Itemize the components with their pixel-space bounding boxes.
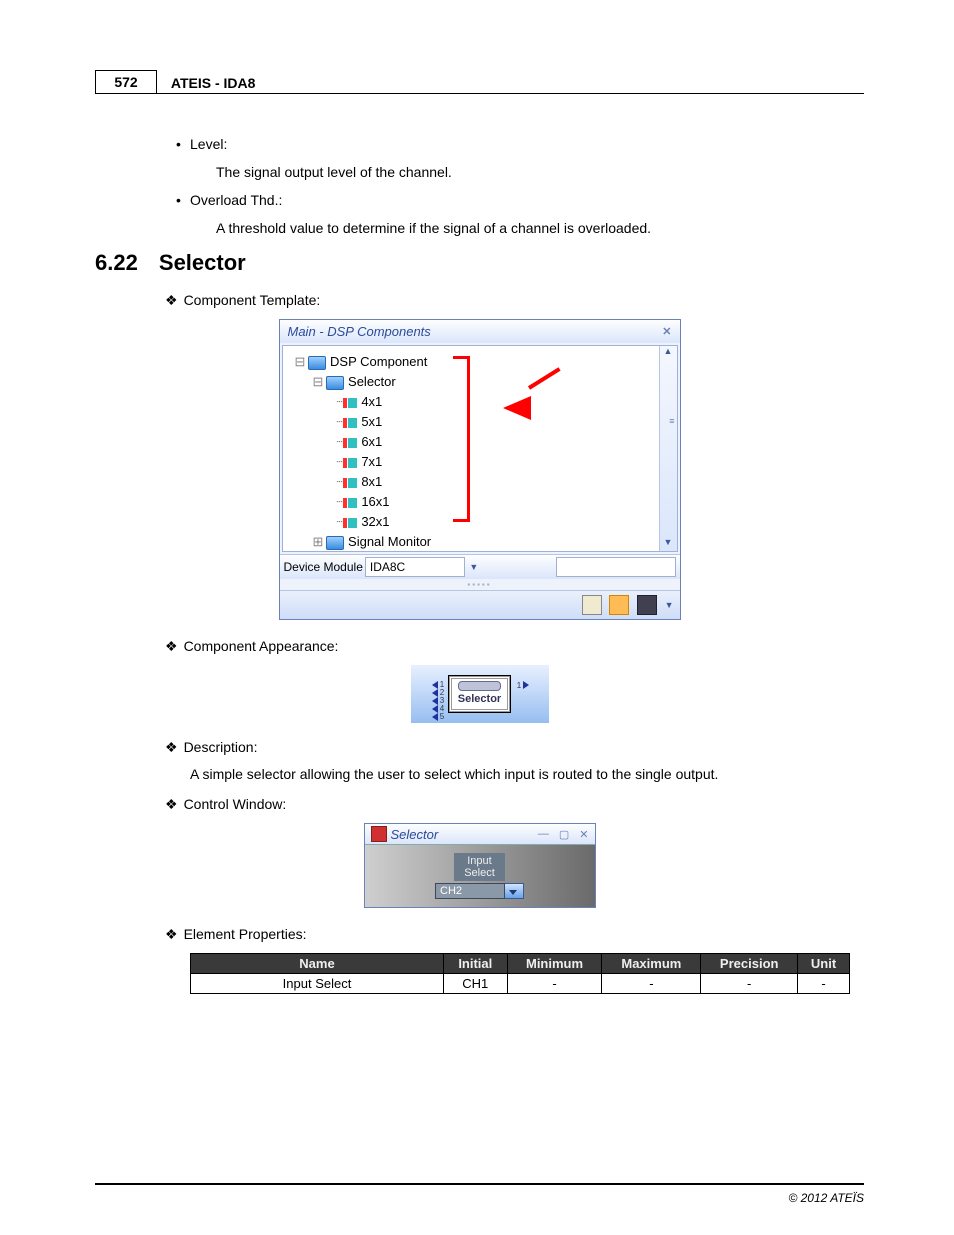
diamond-icon: ❖ [165,292,178,309]
sub-control-label: Control Window: [184,796,287,812]
bullet-body: A threshold value to determine if the si… [216,220,864,236]
component-icon [343,498,357,508]
diamond-icon: ❖ [165,739,178,756]
cell-unit: - [798,974,850,994]
tree-item[interactable]: 7x1 [361,454,382,469]
output-port [523,681,529,689]
control-sub-label: Input Select [454,853,505,881]
col-name: Name [191,954,444,974]
sub-template-label: Component Template: [184,292,321,308]
table-row: Input Select CH1 - - - - [191,974,850,994]
close-icon[interactable]: ✕ [662,325,671,338]
input-ports [432,681,438,721]
component-icon [343,458,357,468]
component-icon [343,478,357,488]
diamond-icon: ❖ [165,926,178,943]
scrollbar[interactable]: ▲ ≡ ▼ [659,346,677,551]
bullet-label: Overload Thd.: [190,192,282,208]
col-initial: Initial [444,954,508,974]
sub-appearance: ❖ Component Appearance: [165,638,864,655]
col-unit: Unit [798,954,850,974]
sub-appearance-label: Component Appearance: [184,638,339,654]
section-number: 6.22 [95,250,155,276]
cell-max: - [602,974,701,994]
device-extra-field[interactable] [556,557,676,577]
input-select-dropdown[interactable]: CH2 [435,883,505,899]
window-toolbar: ▼ [280,590,680,619]
tree-window-title: Main - DSP Components [288,324,431,339]
tree-item[interactable]: 4x1 [361,394,382,409]
device-module-label: Device Module [284,560,363,574]
bullet-overload: Overload Thd.: A threshold value to dete… [190,192,864,236]
col-minimum: Minimum [507,954,602,974]
tree-item[interactable]: 32x1 [361,514,389,529]
footer-rule [95,1183,864,1185]
section-heading: 6.22 Selector [95,250,864,276]
tree-root[interactable]: DSP Component [330,354,427,369]
scroll-up-icon[interactable]: ▲ [660,346,677,360]
component-icon [343,518,357,528]
sub-template: ❖ Component Template: [165,292,864,309]
chevron-down-icon[interactable] [505,883,524,899]
diamond-icon: ❖ [165,638,178,655]
page-number: 572 [95,70,157,94]
control-window: Selector — ▢ ✕ Input Select CH2 [364,823,596,908]
description-body: A simple selector allowing the user to s… [190,766,864,782]
scroll-down-icon[interactable]: ▼ [660,537,677,551]
tree-item[interactable]: 8x1 [361,474,382,489]
folder-icon [308,356,326,370]
toolbar-icon-2[interactable] [609,595,629,615]
sub-element-props: ❖ Element Properties: [165,926,864,943]
grip-handle[interactable]: ▪▪▪▪▪ [280,579,680,590]
bullet-body: The signal output level of the channel. [216,164,864,180]
footer-copyright: © 2012 ATEÏS [788,1191,864,1205]
bullet-label: Level: [190,136,227,152]
tree-view[interactable]: ⊟ DSP Component ⊟ Selector ┈4x1 ┈5x1 ┈6x… [283,346,659,551]
tree-item[interactable]: 6x1 [361,434,382,449]
component-icon [343,418,357,428]
tree-item[interactable]: 16x1 [361,494,389,509]
component-tree-window: Main - DSP Components ✕ ⊟ DSP Component … [279,319,681,620]
table-header-row: Name Initial Minimum Maximum Precision U… [191,954,850,974]
cell-name: Input Select [191,974,444,994]
diamond-icon: ❖ [165,796,178,813]
section-title: Selector [159,250,246,276]
sub-description-label: Description: [184,739,258,755]
bullet-level: Level: The signal output level of the ch… [190,136,864,180]
tree-group-selector[interactable]: Selector [348,374,396,389]
selector-block-label: Selector [458,693,501,705]
page-header: 572 ATEIS - IDA8 [95,70,864,96]
col-maximum: Maximum [602,954,701,974]
app-icon [371,826,387,842]
cell-initial: CH1 [444,974,508,994]
device-module-field[interactable]: IDA8C [365,557,465,577]
maximize-icon[interactable]: ▢ [559,828,569,841]
minimize-icon[interactable]: — [538,828,549,841]
folder-icon [326,376,344,390]
chevron-down-icon[interactable]: ▼ [469,562,479,572]
output-number: 1 [517,681,521,690]
close-icon[interactable]: ✕ [579,828,588,841]
sub-description: ❖ Description: [165,739,864,756]
toolbar-icon-1[interactable] [582,595,602,615]
appearance-block: 1 2 3 4 5 Selector 1 [411,665,549,723]
toolbar-icon-3[interactable] [637,595,657,615]
control-window-title: Selector [391,827,439,842]
folder-icon [326,536,344,550]
chevron-down-icon[interactable]: ▼ [665,600,674,610]
input-numbers: 1 2 3 4 5 [440,681,444,721]
component-icon [343,438,357,448]
cell-precision: - [701,974,798,994]
sub-control: ❖ Control Window: [165,796,864,813]
sub-element-props-label: Element Properties: [184,926,307,942]
tree-item[interactable]: 5x1 [361,414,382,429]
col-precision: Precision [701,954,798,974]
cell-min: - [507,974,602,994]
properties-table: Name Initial Minimum Maximum Precision U… [190,953,850,994]
doc-title: ATEIS - IDA8 [171,75,256,91]
component-icon [343,398,357,408]
tree-sibling[interactable]: Signal Monitor [348,534,431,549]
